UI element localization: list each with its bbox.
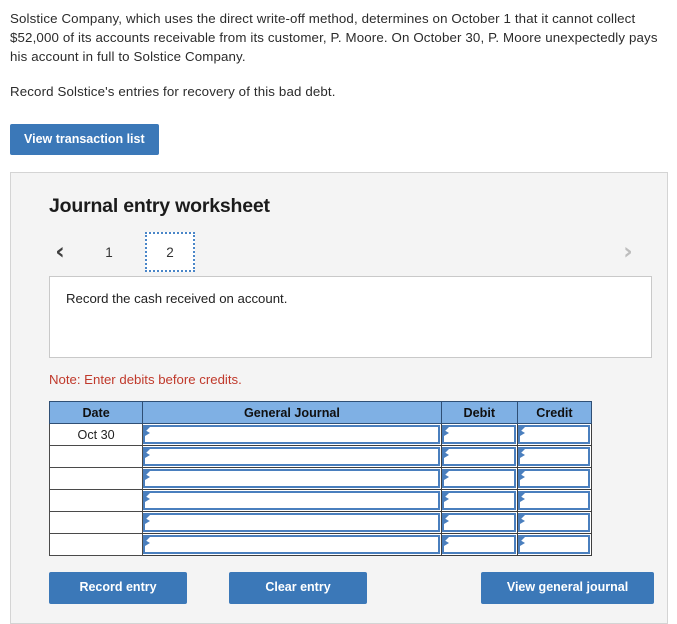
date-cell[interactable] (48, 489, 144, 512)
column-header-credit: Credit (516, 401, 593, 424)
credit-cell[interactable] (516, 467, 593, 490)
credit-cell[interactable] (516, 533, 593, 556)
debits-before-credits-note: Note: Enter debits before credits. (49, 372, 242, 387)
cell-marker-icon (519, 540, 525, 546)
cell-marker-icon (443, 430, 449, 436)
worksheet-action-bar: Record entry Clear entry View general jo… (49, 572, 654, 604)
cell-marker-icon (519, 452, 525, 458)
debit-cell[interactable] (440, 467, 518, 490)
column-header-general-journal: General Journal (142, 401, 442, 424)
table-header-row: Date General Journal Debit Credit (48, 401, 593, 424)
cell-marker-icon (443, 496, 449, 502)
cell-marker-icon (443, 540, 449, 546)
journal-table-body: Oct 30 (48, 423, 593, 556)
cell-marker-icon (443, 474, 449, 480)
general-journal-cell[interactable] (142, 467, 442, 490)
table-row (48, 489, 593, 512)
view-transaction-list-button[interactable]: View transaction list (10, 123, 159, 155)
general-journal-cell[interactable] (142, 489, 442, 512)
worksheet-tab-1[interactable]: 1 (91, 234, 127, 270)
date-cell[interactable] (48, 467, 144, 490)
problem-statement: Solstice Company, which uses the direct … (0, 0, 677, 102)
debit-cell[interactable] (440, 489, 518, 512)
next-entry-chevron-icon[interactable]: › (615, 240, 641, 264)
debit-cell[interactable] (440, 445, 518, 468)
column-header-date: Date (48, 401, 144, 424)
cell-marker-icon (519, 430, 525, 436)
problem-paragraph-2: Record Solstice's entries for recovery o… (10, 83, 336, 99)
credit-cell[interactable] (516, 489, 593, 512)
cell-marker-icon (145, 496, 151, 502)
table-row (48, 445, 593, 468)
column-header-debit: Debit (440, 401, 518, 424)
cell-marker-icon (519, 474, 525, 480)
general-journal-cell[interactable] (142, 511, 442, 534)
table-row: Oct 30 (48, 423, 593, 446)
cell-marker-icon (443, 518, 449, 524)
cell-marker-icon (145, 452, 151, 458)
cell-marker-icon (145, 474, 151, 480)
debit-cell[interactable] (440, 423, 518, 446)
journal-entry-worksheet-panel: Journal entry worksheet ‹ 1 2 › Record t… (10, 172, 668, 624)
credit-cell[interactable] (516, 445, 593, 468)
cell-marker-icon (519, 496, 525, 502)
table-row (48, 533, 593, 556)
view-general-journal-button[interactable]: View general journal (481, 572, 654, 604)
debit-cell[interactable] (440, 511, 518, 534)
date-cell[interactable] (48, 511, 144, 534)
date-cell[interactable]: Oct 30 (48, 423, 144, 446)
cell-marker-icon (145, 430, 151, 436)
table-row (48, 467, 593, 490)
date-cell[interactable] (48, 445, 144, 468)
cell-marker-icon (443, 452, 449, 458)
general-journal-cell[interactable] (142, 445, 442, 468)
record-entry-button[interactable]: Record entry (49, 572, 187, 604)
credit-cell[interactable] (516, 423, 593, 446)
clear-entry-button[interactable]: Clear entry (229, 572, 367, 604)
general-journal-cell[interactable] (142, 533, 442, 556)
debit-cell[interactable] (440, 533, 518, 556)
worksheet-title: Journal entry worksheet (49, 195, 270, 217)
entry-description-box: Record the cash received on account. (49, 276, 652, 358)
table-row (48, 511, 593, 534)
worksheet-tab-2[interactable]: 2 (145, 232, 195, 272)
cell-marker-icon (519, 518, 525, 524)
view-transaction-list-container: View transaction list (0, 102, 677, 155)
date-cell[interactable] (48, 533, 144, 556)
general-journal-cell[interactable] (142, 423, 442, 446)
problem-paragraph-1: Solstice Company, which uses the direct … (10, 11, 658, 64)
worksheet-tab-bar: ‹ 1 2 › (39, 232, 649, 272)
previous-entry-chevron-icon[interactable]: ‹ (47, 240, 73, 264)
cell-marker-icon (145, 518, 151, 524)
journal-entry-table: Date General Journal Debit Credit Oct 30 (48, 401, 593, 556)
cell-marker-icon (145, 540, 151, 546)
credit-cell[interactable] (516, 511, 593, 534)
